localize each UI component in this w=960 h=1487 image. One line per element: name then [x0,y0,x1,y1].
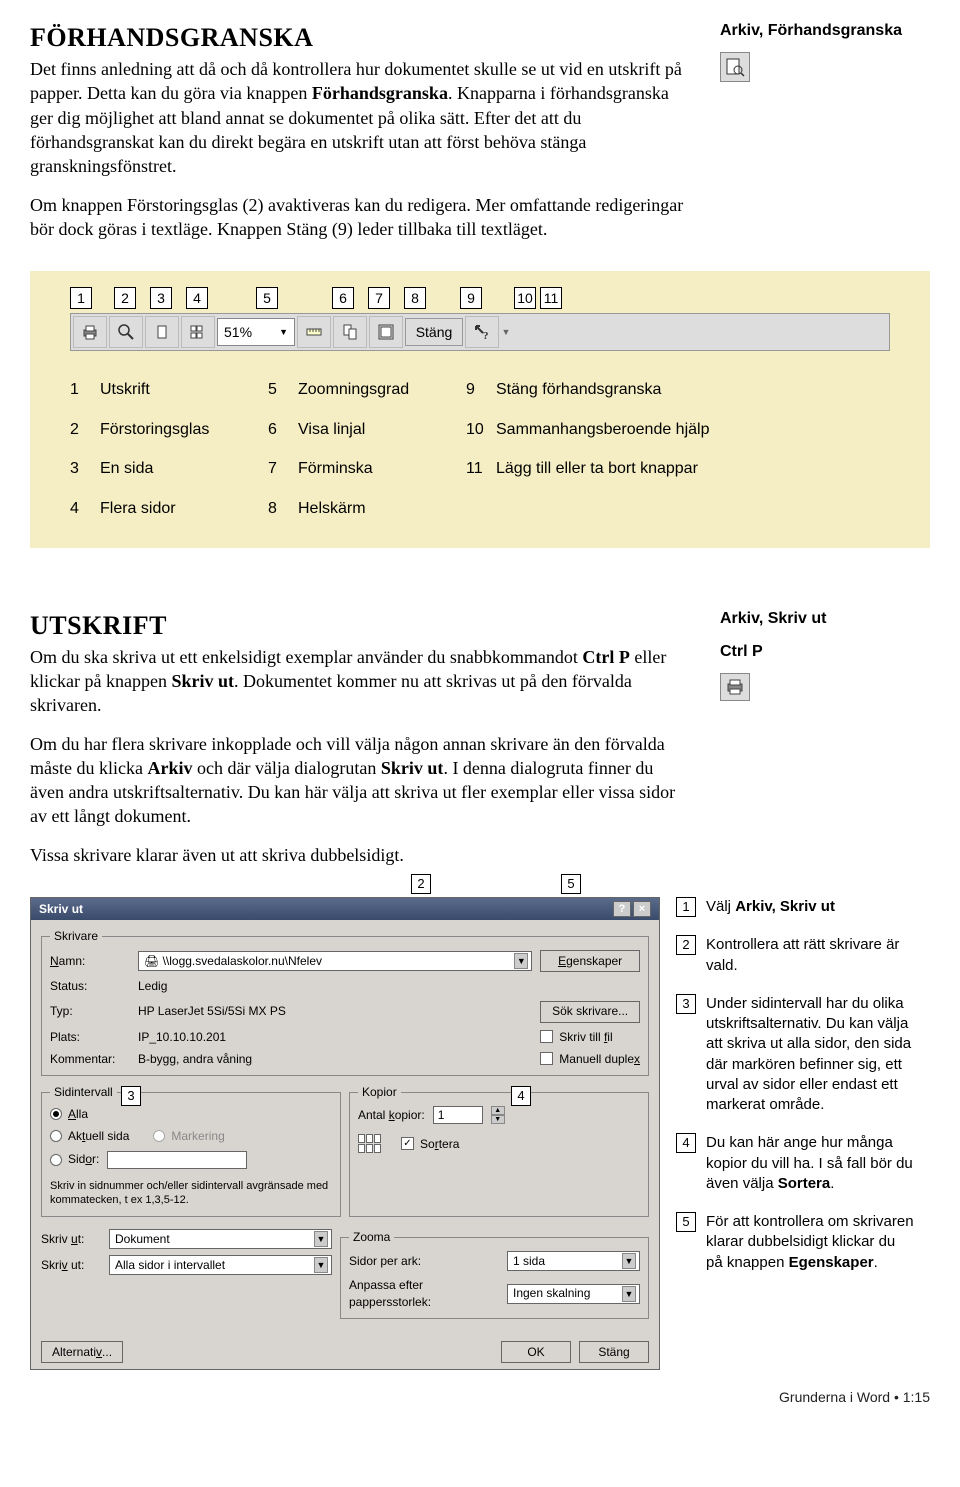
step-4-text: Du kan här ange hur många kopior du vill… [706,1133,916,1194]
fullscreen-button[interactable] [369,316,403,348]
range-current-radio[interactable]: Aktuell sida [50,1128,129,1144]
heading-utskrift: UTSKRIFT [30,608,690,643]
dlg-callout-4: 4 [511,1086,531,1106]
heading-forhandsgranska: FÖRHANDSGRANSKA [30,20,690,55]
print-button[interactable] [73,316,107,348]
step-2-num: 2 [676,935,696,955]
sidebar-print-title: Arkiv, Skriv ut [720,608,930,630]
pages-input[interactable] [107,1151,247,1169]
multi-page-button[interactable] [181,316,215,348]
step-4-num: 4 [676,1133,696,1153]
preview-icon [720,52,750,82]
help-button[interactable]: ? [465,316,499,348]
callout-2: 2 [114,287,136,309]
sidebar-preview-title: Arkiv, Förhandsgranska [720,20,930,42]
step-3-text: Under sidintervall har du olika utskrift… [706,994,916,1116]
callout-9: 9 [460,287,482,309]
printer-fieldset: Skrivare Namn: 🖨 \\logg.svedalaskolor.nu… [41,928,649,1076]
preview-toolbar: 51%▼ Stäng ? ▼ [70,313,890,351]
comment-label: Kommentar: [50,1051,130,1067]
close-preview-button[interactable]: Stäng [405,318,463,346]
step-1-num: 1 [676,897,696,917]
para-print-1: Om du ska skriva ut ett enkelsidigt exem… [30,645,690,718]
status-label: Status: [50,978,130,994]
cancel-button[interactable]: Stäng [579,1341,649,1363]
ruler-button[interactable] [297,316,331,348]
callout-3: 3 [150,287,172,309]
para-print-3: Vissa skrivare klarar även ut att skriva… [30,843,690,867]
where-value: IP_10.10.10.201 [138,1029,532,1045]
dlg-callout-2: 2 [411,874,431,894]
pages-per-sheet-label: Sidor per ark: [349,1253,499,1269]
properties-button[interactable]: Egenskaper [540,950,640,972]
range-selection-radio: Markering [153,1128,224,1144]
step-1-text: Välj Arkiv, Skriv ut [706,897,835,917]
pages-per-sheet-dropdown[interactable]: 1 sida▼ [507,1251,640,1271]
close-window-button[interactable]: × [633,901,651,917]
manual-duplex-checkbox[interactable]: Manuell duplex [540,1051,640,1067]
status-value: Ledig [138,978,532,994]
scale-dropdown[interactable]: Ingen skalning▼ [507,1284,640,1304]
callout-5: 5 [256,287,278,309]
print-range-dropdown[interactable]: Alla sidor i intervallet▼ [109,1255,332,1275]
print-to-file-checkbox[interactable]: Skriv till fil [540,1029,640,1045]
page-footer: Grunderna i Word • 1:15 [30,1388,930,1407]
step-5-num: 5 [676,1212,696,1232]
callout-4: 4 [186,287,208,309]
toolbar-overflow[interactable]: ▼ [501,326,511,338]
callout-10: 10 [514,287,536,309]
svg-text:?: ? [483,330,489,341]
step-2-text: Kontrollera att rätt skrivare är vald. [706,935,916,976]
dlg-callout-5: 5 [561,874,581,894]
steps-list: 1 Välj Arkiv, Skriv ut 2 Kontrollera att r… [676,897,916,1273]
ok-button[interactable]: OK [501,1341,571,1363]
range-pages-radio[interactable]: Sidor: [50,1151,99,1167]
range-fieldset: Sidintervall Alla Aktuell sida Markering… [41,1084,341,1217]
one-page-button[interactable] [145,316,179,348]
name-label: Namn: [50,953,130,969]
callout-1: 1 [70,287,92,309]
toolbar-legend: 1Utskrift 5Zoomningsgrad 9Stäng förhands… [70,379,890,519]
copies-spinner[interactable]: ▲▼ [491,1106,505,1124]
copies-fieldset: Kopior Antal kopior: 1 ▲▼ ✓Sortera [349,1084,649,1217]
options-button[interactable]: Alternativ... [41,1341,123,1363]
para-print-2: Om du har flera skrivare inkopplade och … [30,732,690,829]
where-label: Plats: [50,1029,130,1045]
print-what-label: Skriv ut: [41,1231,101,1247]
callout-7: 7 [368,287,390,309]
collate-icon [358,1134,381,1153]
comment-value: B-bygg, andra våning [138,1051,532,1067]
type-value: HP LaserJet 5Si/5Si MX PS [138,1003,532,1019]
magnifier-button[interactable] [109,316,143,348]
callout-8: 8 [404,287,426,309]
sidebar-print-shortcut: Ctrl P [720,641,930,663]
find-printer-button[interactable]: Sök skrivare... [540,1001,640,1023]
step-5-text: För att kontrollera om skrivaren klarar … [706,1212,916,1273]
zoom-fieldset: Zooma Sidor per ark: 1 sida▼ Anpassa eft… [340,1229,649,1319]
dlg-callout-3: 3 [121,1086,141,1106]
zoom-dropdown[interactable]: 51%▼ [217,318,295,346]
printer-name-dropdown[interactable]: 🖨 \\logg.svedalaskolor.nu\Nfelev▼ [138,951,532,971]
print-dialog: 2 5 3 4 Skriv ut ? × Skrivare Namn: 🖨 \\… [30,897,660,1370]
print-icon [720,673,750,701]
print-what-dropdown[interactable]: Dokument▼ [109,1229,332,1249]
callout-6: 6 [332,287,354,309]
range-hint: Skriv in sidnummer och/eller sidinterval… [50,1179,332,1209]
range-all-radio[interactable]: Alla [50,1106,332,1122]
print-range-label: Skriv ut: [41,1257,101,1273]
dialog-titlebar: Skriv ut ? × [31,898,659,920]
scale-label: Anpassa efter pappersstorlek: [349,1277,499,1309]
help-window-button[interactable]: ? [613,901,631,917]
step-3-num: 3 [676,994,696,1014]
type-label: Typ: [50,1003,130,1019]
toolbar-figure: 1 2 3 4 5 6 7 8 9 10 11 51%▼ Stäng ? ▼ 1… [30,271,930,547]
collate-checkbox[interactable]: ✓Sortera [401,1136,459,1152]
copies-input[interactable]: 1 [433,1106,483,1124]
para-preview-2: Om knappen Förstoringsglas (2) avaktiver… [30,193,690,242]
shrink-button[interactable] [333,316,367,348]
copies-label: Antal kopior: [358,1107,425,1123]
callout-11: 11 [540,287,562,309]
para-preview-1: Det finns anledning att då och då kontro… [30,57,690,178]
